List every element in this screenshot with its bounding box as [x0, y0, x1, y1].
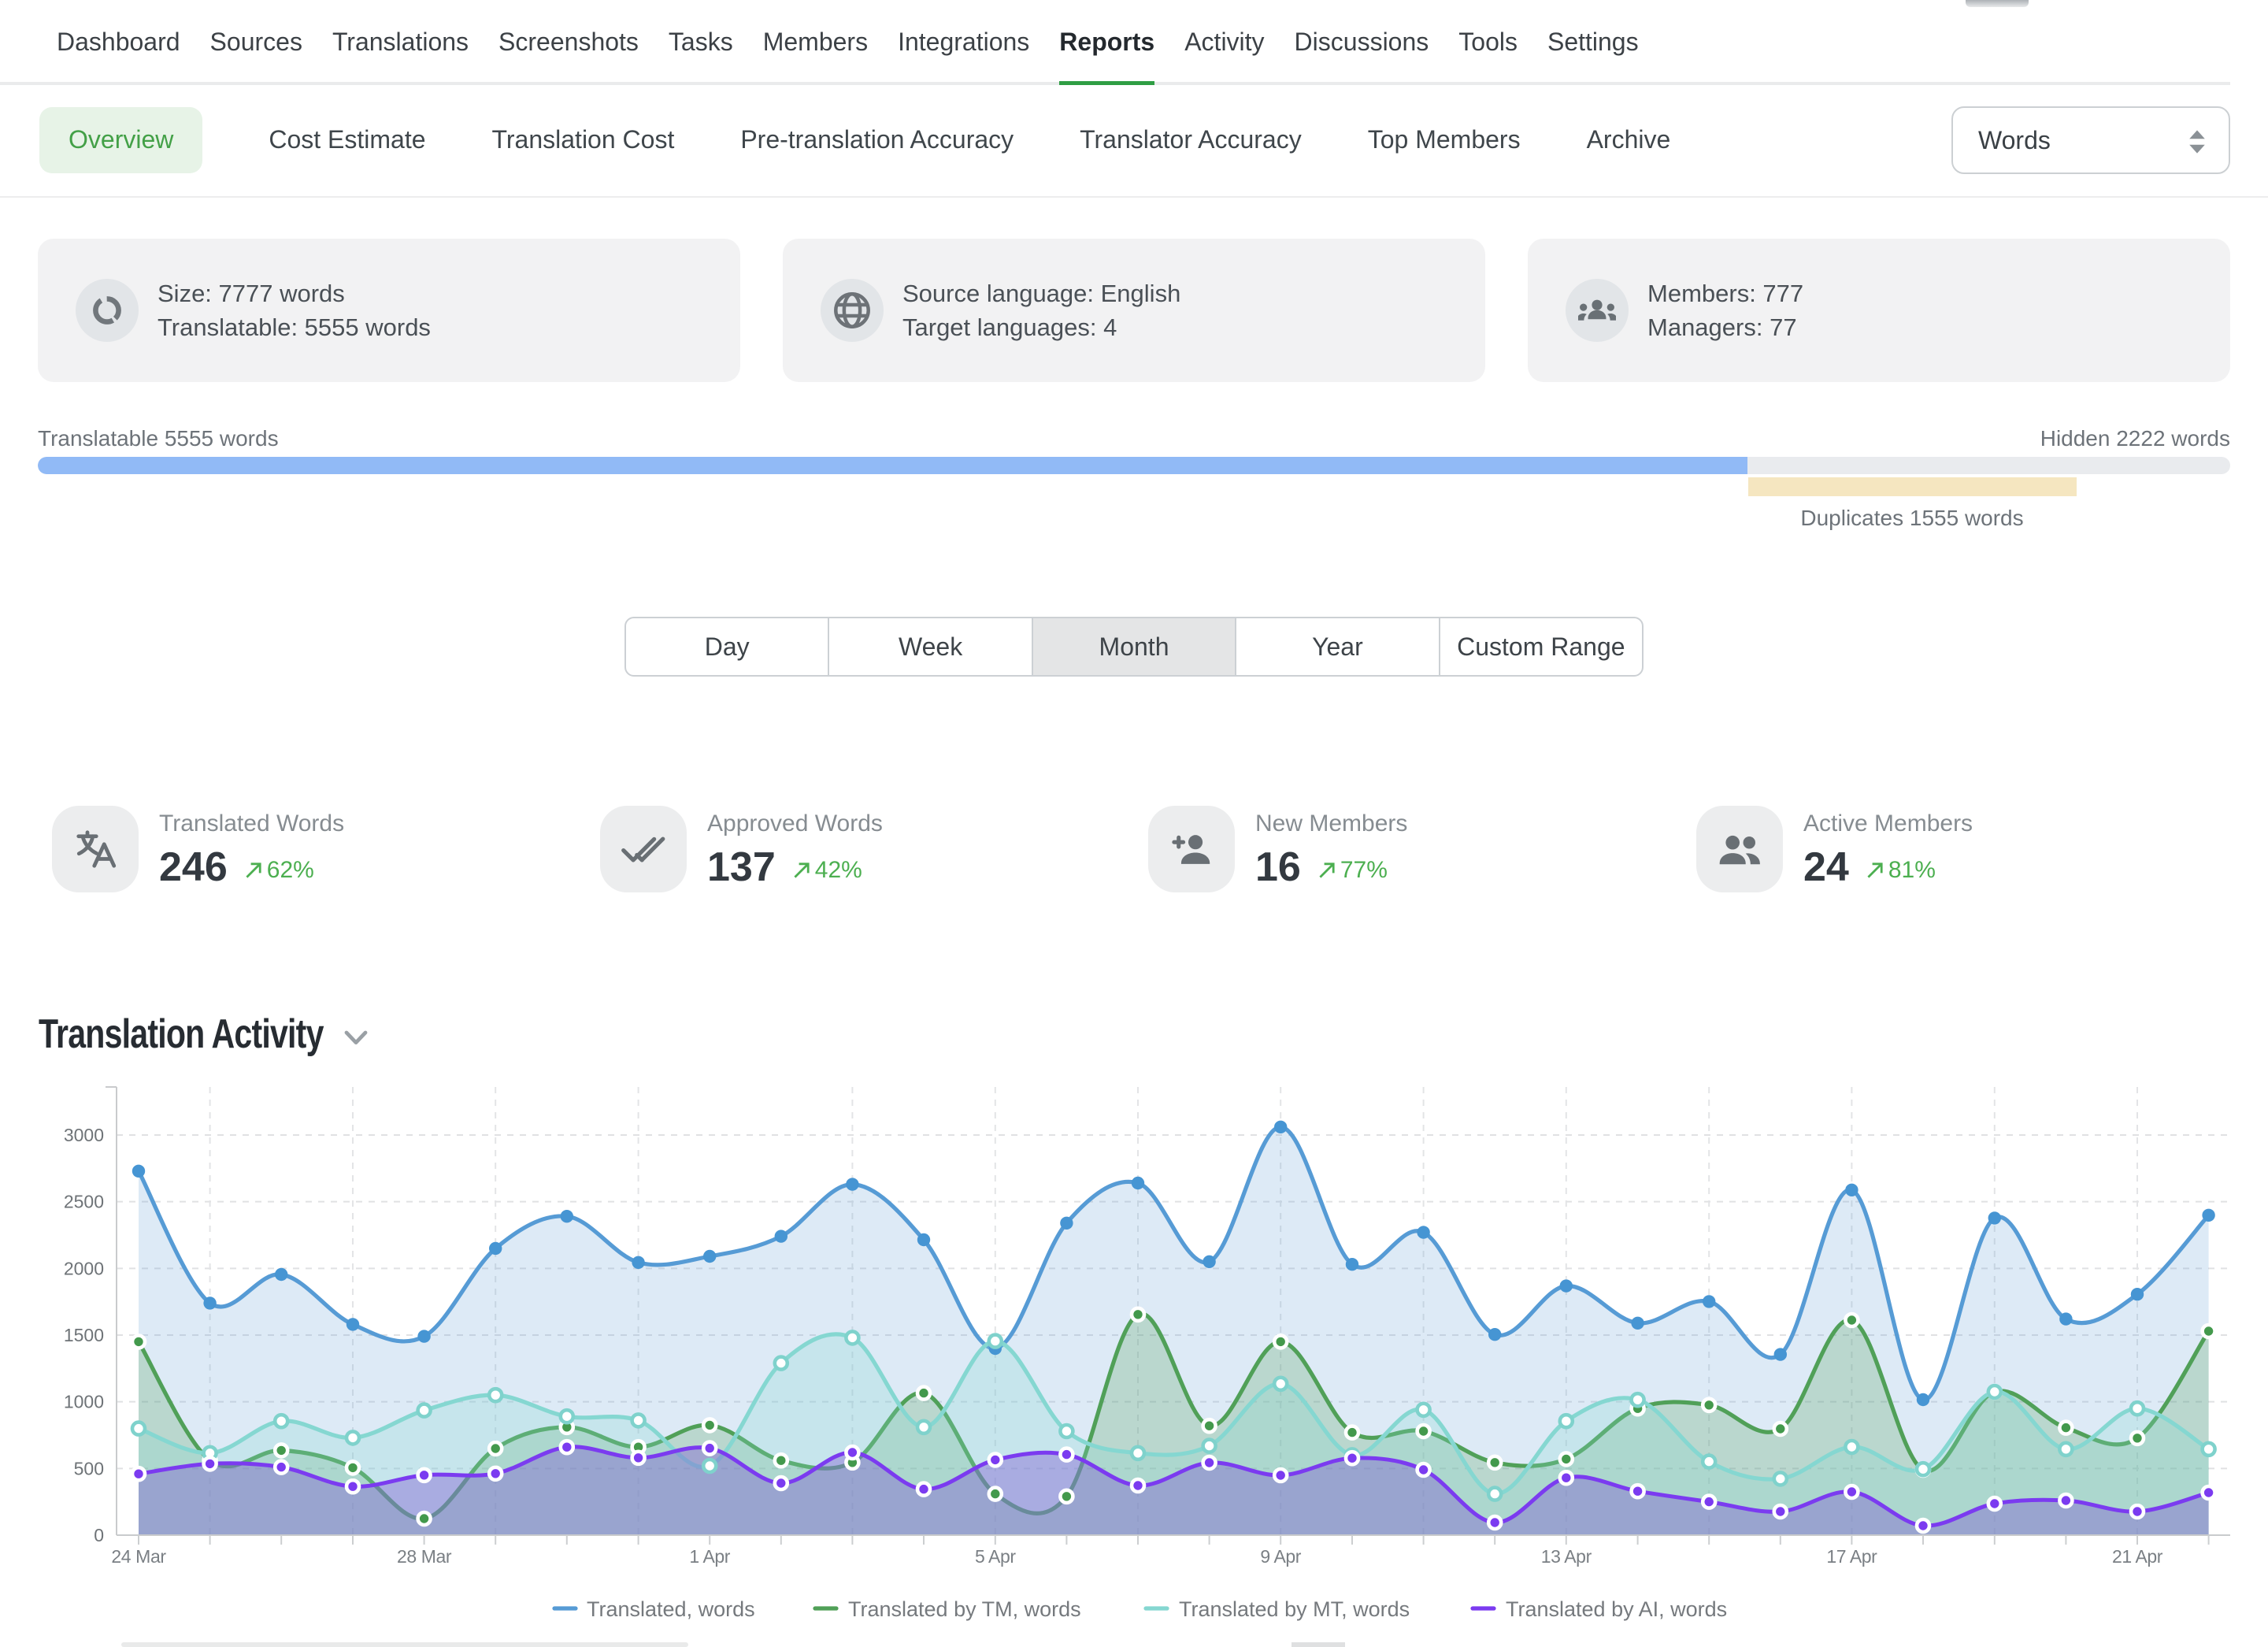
svg-text:2500: 2500 [64, 1192, 104, 1212]
svg-text:1000: 1000 [64, 1392, 104, 1412]
svg-text:1500: 1500 [64, 1325, 104, 1345]
svg-text:13 Apr: 13 Apr [1541, 1546, 1592, 1567]
svg-text:17 Apr: 17 Apr [1826, 1546, 1877, 1567]
svg-text:9 Apr: 9 Apr [1260, 1546, 1301, 1567]
svg-text:28 Mar: 28 Mar [397, 1546, 452, 1567]
svg-text:Translated, words: Translated, words [587, 1597, 755, 1621]
svg-text:Translated by MT, words: Translated by MT, words [1179, 1597, 1410, 1621]
svg-text:3000: 3000 [64, 1125, 104, 1145]
svg-text:Translated by TM, words: Translated by TM, words [848, 1597, 1081, 1621]
svg-text:Translated by AI, words: Translated by AI, words [1506, 1597, 1727, 1621]
svg-text:2000: 2000 [64, 1258, 104, 1278]
svg-text:24 Mar: 24 Mar [111, 1546, 166, 1567]
svg-text:5 Apr: 5 Apr [975, 1546, 1016, 1567]
svg-text:500: 500 [74, 1458, 104, 1478]
svg-text:0: 0 [94, 1525, 104, 1545]
svg-text:1 Apr: 1 Apr [689, 1546, 730, 1567]
svg-text:21 Apr: 21 Apr [2112, 1546, 2163, 1567]
